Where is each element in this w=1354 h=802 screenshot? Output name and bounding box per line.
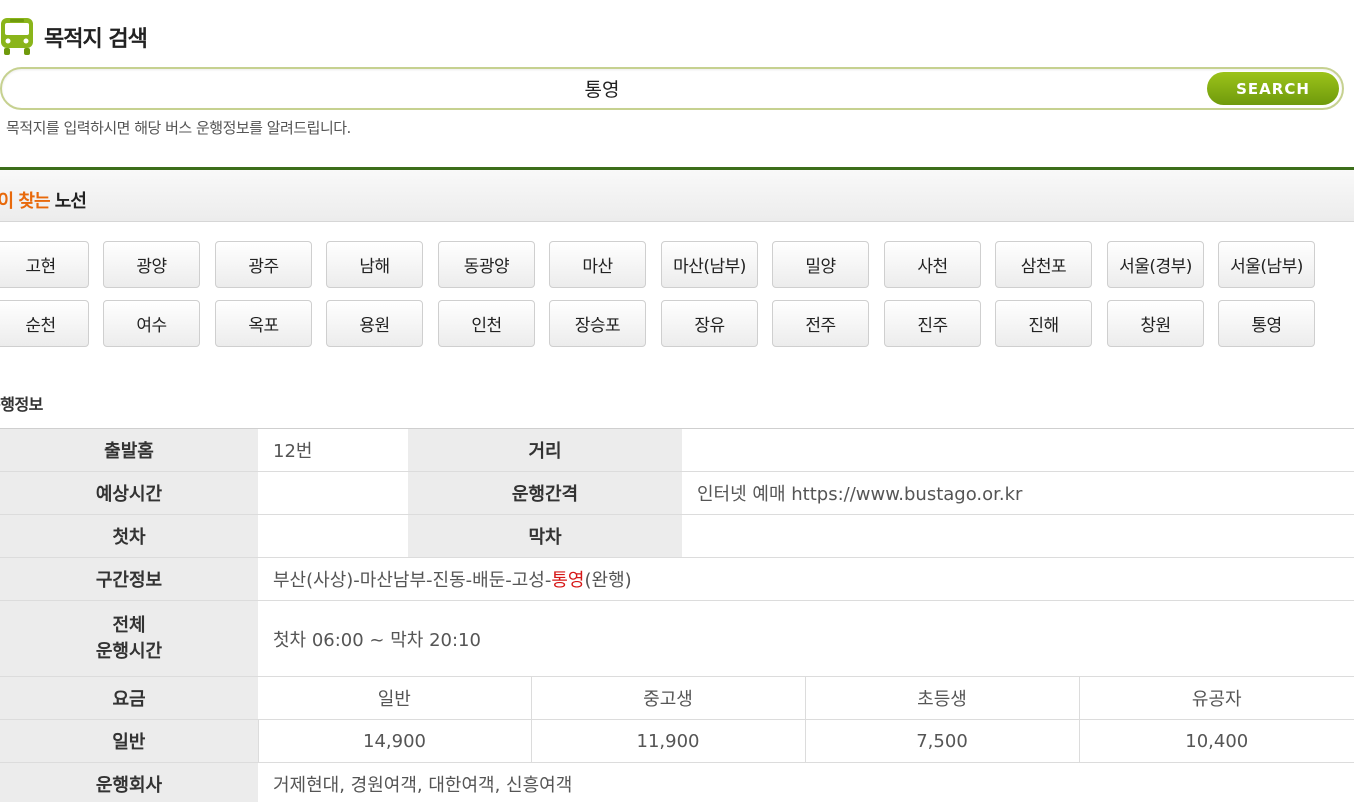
search-hint: 목적지를 입력하시면 해당 버스 운행정보를 알려드립니다. bbox=[6, 119, 351, 137]
interval-value: 인터넷 예매 https://www.bustago.or.kr bbox=[682, 471, 1354, 515]
table-row: 요금 일반 중고생 초등생 유공자 bbox=[0, 676, 1354, 720]
popular-title-rest: 노선 bbox=[49, 191, 87, 212]
route-button[interactable]: 동광양 bbox=[438, 241, 535, 288]
total-time-value: 첫차 06:00 ~ 막차 20:10 bbox=[258, 600, 1354, 677]
total-time-label: 전체운행시간 bbox=[0, 600, 258, 677]
last-bus-value bbox=[682, 514, 1354, 558]
section-info-label: 구간정보 bbox=[0, 557, 258, 601]
first-bus-value bbox=[258, 514, 408, 558]
route-button[interactable]: 광양 bbox=[103, 241, 200, 288]
route-button[interactable]: 인천 bbox=[438, 300, 535, 347]
route-value: 부산(사상)-마산남부-진동-배둔-고성-통영(완행) bbox=[258, 557, 1354, 601]
total-time-label-line2: 운행시간 bbox=[95, 640, 163, 662]
route-button[interactable]: 진주 bbox=[884, 300, 981, 347]
table-row: 구간정보 부산(사상)-마산남부-진동-배둔-고성-통영(완행) bbox=[0, 557, 1354, 601]
fare-type-student: 중고생 bbox=[530, 676, 805, 720]
last-bus-label: 막차 bbox=[408, 514, 682, 558]
route-button[interactable]: 창원 bbox=[1107, 300, 1204, 347]
interval-label: 운행간격 bbox=[408, 471, 682, 515]
fare-label: 요금 bbox=[0, 676, 258, 720]
page-header: 목적지 검색 bbox=[0, 14, 148, 60]
section-title-text: 운행정보 bbox=[0, 395, 43, 414]
route-button[interactable]: 장유 bbox=[661, 300, 758, 347]
bus-info-table: 출발홈 12번 거리 예상시간 운행간격 인터넷 예매 https://www.… bbox=[0, 428, 1354, 802]
fare-type-veteran: 유공자 bbox=[1078, 676, 1354, 720]
table-row: 전체운행시간 첫차 06:00 ~ 막차 20:10 bbox=[0, 600, 1354, 677]
search-bar: SEARCH bbox=[0, 67, 1344, 110]
section-title: 운행정보 bbox=[0, 391, 43, 415]
route-button[interactable]: 통영 bbox=[1218, 300, 1315, 347]
route-button[interactable]: 진해 bbox=[995, 300, 1092, 347]
distance-value bbox=[682, 428, 1354, 472]
table-row: 운행회사 거제현대, 경원여객, 대한여객, 신흥여객 bbox=[0, 762, 1354, 802]
total-time-label-line1: 전체 bbox=[112, 614, 146, 636]
route-prefix: 부산(사상)-마산남부-진동-배둔-고성- bbox=[273, 570, 552, 591]
fare-value-child: 7,500 bbox=[804, 719, 1079, 763]
page-title: 목적지 검색 bbox=[44, 27, 148, 52]
route-button[interactable]: 밀양 bbox=[772, 241, 869, 288]
popular-routes-header: 많이 찾는 노선 bbox=[0, 167, 1354, 222]
route-button[interactable]: 서울(경부) bbox=[1107, 241, 1204, 288]
company-value: 거제현대, 경원여객, 대한여객, 신흥여객 bbox=[258, 762, 1354, 802]
search-button[interactable]: SEARCH bbox=[1207, 72, 1339, 105]
route-button[interactable]: 삼천포 bbox=[995, 241, 1092, 288]
route-button[interactable]: 용원 bbox=[326, 300, 423, 347]
route-button[interactable]: 옥포 bbox=[215, 300, 312, 347]
route-button[interactable]: 여수 bbox=[103, 300, 200, 347]
route-button[interactable]: 서울(남부) bbox=[1218, 241, 1315, 288]
table-row: 일반 14,900 11,900 7,500 10,400 bbox=[0, 719, 1354, 763]
platform-label: 출발홈 bbox=[0, 428, 258, 472]
popular-title-highlight: 많이 찾는 bbox=[0, 191, 51, 212]
route-button[interactable]: 전주 bbox=[772, 300, 869, 347]
search-input[interactable] bbox=[22, 73, 1182, 104]
fare-value-general: 14,900 bbox=[257, 719, 531, 763]
route-button[interactable]: 사천 bbox=[884, 241, 981, 288]
route-suffix: (완행) bbox=[584, 570, 632, 591]
table-row: 출발홈 12번 거리 bbox=[0, 428, 1354, 472]
route-button[interactable]: 마산 bbox=[549, 241, 646, 288]
route-button[interactable]: 장승포 bbox=[549, 300, 646, 347]
distance-label: 거리 bbox=[408, 428, 682, 472]
est-time-value bbox=[258, 471, 408, 515]
table-row: 첫차 막차 bbox=[0, 514, 1354, 558]
fare-value-veteran: 10,400 bbox=[1078, 719, 1354, 763]
company-label: 운행회사 bbox=[0, 762, 258, 802]
route-button[interactable]: 고현 bbox=[0, 241, 89, 288]
popular-routes-title: 많이 찾는 노선 bbox=[0, 187, 87, 213]
first-bus-label: 첫차 bbox=[0, 514, 258, 558]
table-row: 예상시간 운행간격 인터넷 예매 https://www.bustago.or.… bbox=[0, 471, 1354, 515]
fare-type-general: 일반 bbox=[258, 676, 531, 720]
route-button[interactable]: 순천 bbox=[0, 300, 89, 347]
fare-value-student: 11,900 bbox=[530, 719, 805, 763]
fare-row-label: 일반 bbox=[0, 719, 258, 763]
platform-value: 12번 bbox=[258, 428, 408, 472]
route-button[interactable]: 마산(남부) bbox=[661, 241, 758, 288]
route-destination: 통영 bbox=[551, 570, 585, 591]
route-button[interactable]: 광주 bbox=[215, 241, 312, 288]
route-button[interactable]: 남해 bbox=[326, 241, 423, 288]
bus-icon bbox=[0, 17, 34, 57]
fare-type-child: 초등생 bbox=[804, 676, 1079, 720]
est-time-label: 예상시간 bbox=[0, 471, 258, 515]
